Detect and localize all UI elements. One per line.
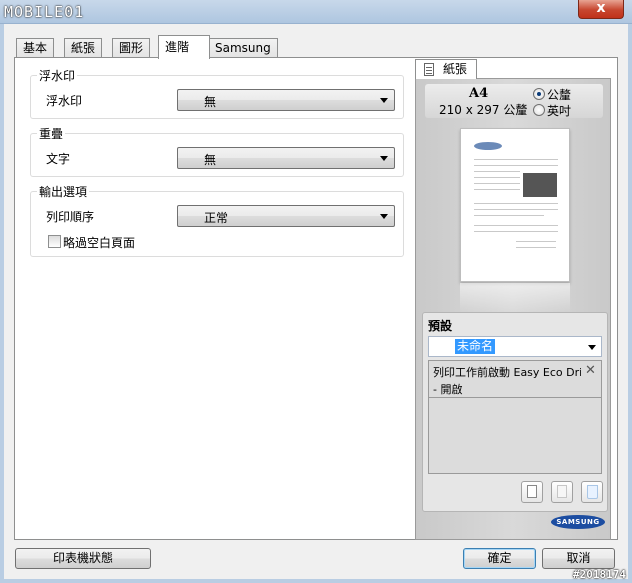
samsung-logo: SAMSUNG bbox=[551, 515, 605, 529]
preview-text-line bbox=[474, 171, 520, 172]
samsung-logo-mini bbox=[474, 142, 502, 150]
unit-metric-radio[interactable] bbox=[533, 88, 545, 100]
watermark-value: 無 bbox=[204, 95, 217, 109]
preset-item-title: 列印工作前啟動 Easy Eco Dri... bbox=[433, 366, 581, 379]
watermark-label: 浮水印 bbox=[46, 94, 83, 108]
unit-metric-label[interactable]: 公釐 bbox=[547, 86, 571, 103]
tab-basic[interactable]: 基本 bbox=[16, 38, 55, 58]
watermark-select[interactable]: 無 bbox=[177, 89, 395, 111]
window-frame-right bbox=[628, 24, 632, 583]
save-icon bbox=[557, 485, 567, 498]
overlay-select[interactable]: 無 bbox=[177, 147, 395, 169]
unit-inch-label[interactable]: 英吋 bbox=[547, 102, 571, 119]
close-button[interactable]: x bbox=[578, 0, 624, 19]
close-icon[interactable]: ✕ bbox=[585, 363, 596, 378]
page-reflection bbox=[460, 283, 570, 313]
preview-text-line bbox=[474, 209, 558, 210]
preview-text-line bbox=[474, 225, 558, 226]
printer-status-button[interactable]: 印表機狀態 bbox=[15, 548, 151, 569]
preview-text-line bbox=[474, 231, 558, 232]
preview-text-line bbox=[474, 215, 544, 216]
preview-photo bbox=[523, 173, 557, 197]
skip-blank-pages-checkbox[interactable] bbox=[48, 235, 61, 248]
paper-size-dimensions: 210 x 297 公釐 bbox=[439, 103, 528, 117]
preview-text-line bbox=[474, 183, 520, 184]
preview-text-line bbox=[516, 241, 556, 242]
save-preset-button[interactable] bbox=[551, 481, 573, 503]
chevron-down-icon bbox=[588, 345, 596, 350]
unit-inch-radio[interactable] bbox=[533, 104, 545, 116]
title-bar[interactable]: MOBILE01 x bbox=[0, 0, 632, 24]
print-order-value: 正常 bbox=[204, 211, 229, 225]
watermark-group-title: 浮水印 bbox=[37, 67, 78, 84]
tab-paper-preview[interactable]: 紙張 bbox=[415, 59, 477, 79]
chevron-down-icon bbox=[380, 214, 388, 219]
mobile01-logo: MOBILE01 bbox=[4, 3, 85, 21]
overlay-value: 無 bbox=[204, 153, 217, 167]
watermark-text: #2018174 bbox=[573, 568, 626, 581]
recycle-bin-icon bbox=[587, 485, 598, 499]
tab-paper[interactable]: 紙張 bbox=[64, 38, 103, 58]
new-preset-button[interactable] bbox=[521, 481, 543, 503]
print-order-select[interactable]: 正常 bbox=[177, 205, 395, 227]
print-order-label: 列印順序 bbox=[46, 210, 95, 224]
window-frame-bottom bbox=[0, 579, 632, 583]
preset-item-value: - 開啟 bbox=[433, 383, 463, 396]
paper-preview-tab-label: 紙張 bbox=[443, 62, 468, 76]
chevron-down-icon bbox=[380, 156, 388, 161]
presets-select[interactable]: 未命名 bbox=[428, 336, 602, 357]
presets-value: 未命名 bbox=[455, 339, 496, 354]
page-preview bbox=[460, 128, 570, 282]
preview-text-line bbox=[474, 177, 520, 178]
preview-text-line bbox=[474, 159, 558, 160]
output-options-title: 輸出選項 bbox=[37, 183, 90, 200]
tab-graphics[interactable]: 圖形 bbox=[112, 38, 151, 58]
paper-size-name: A4 bbox=[469, 86, 489, 101]
overlay-group-title: 重疊 bbox=[37, 125, 66, 142]
presets-title: 預設 bbox=[428, 319, 453, 333]
tab-samsung[interactable]: Samsung bbox=[208, 38, 278, 58]
preview-text-line bbox=[474, 165, 558, 166]
overlay-label: 文字 bbox=[46, 152, 71, 166]
document-icon bbox=[424, 63, 434, 76]
delete-preset-button[interactable] bbox=[581, 481, 603, 503]
ok-button[interactable]: 確定 bbox=[463, 548, 536, 569]
preview-text-line bbox=[516, 247, 556, 248]
new-document-icon bbox=[527, 485, 537, 498]
tab-advanced[interactable]: 進階 bbox=[158, 35, 210, 59]
preview-text-line bbox=[474, 203, 558, 204]
window-frame-left bbox=[0, 24, 4, 583]
preview-text-line bbox=[474, 189, 520, 190]
preset-divider bbox=[429, 397, 601, 398]
skip-blank-pages-label[interactable]: 略過空白頁面 bbox=[63, 234, 135, 251]
cancel-button[interactable]: 取消 bbox=[542, 548, 615, 569]
chevron-down-icon bbox=[380, 98, 388, 103]
